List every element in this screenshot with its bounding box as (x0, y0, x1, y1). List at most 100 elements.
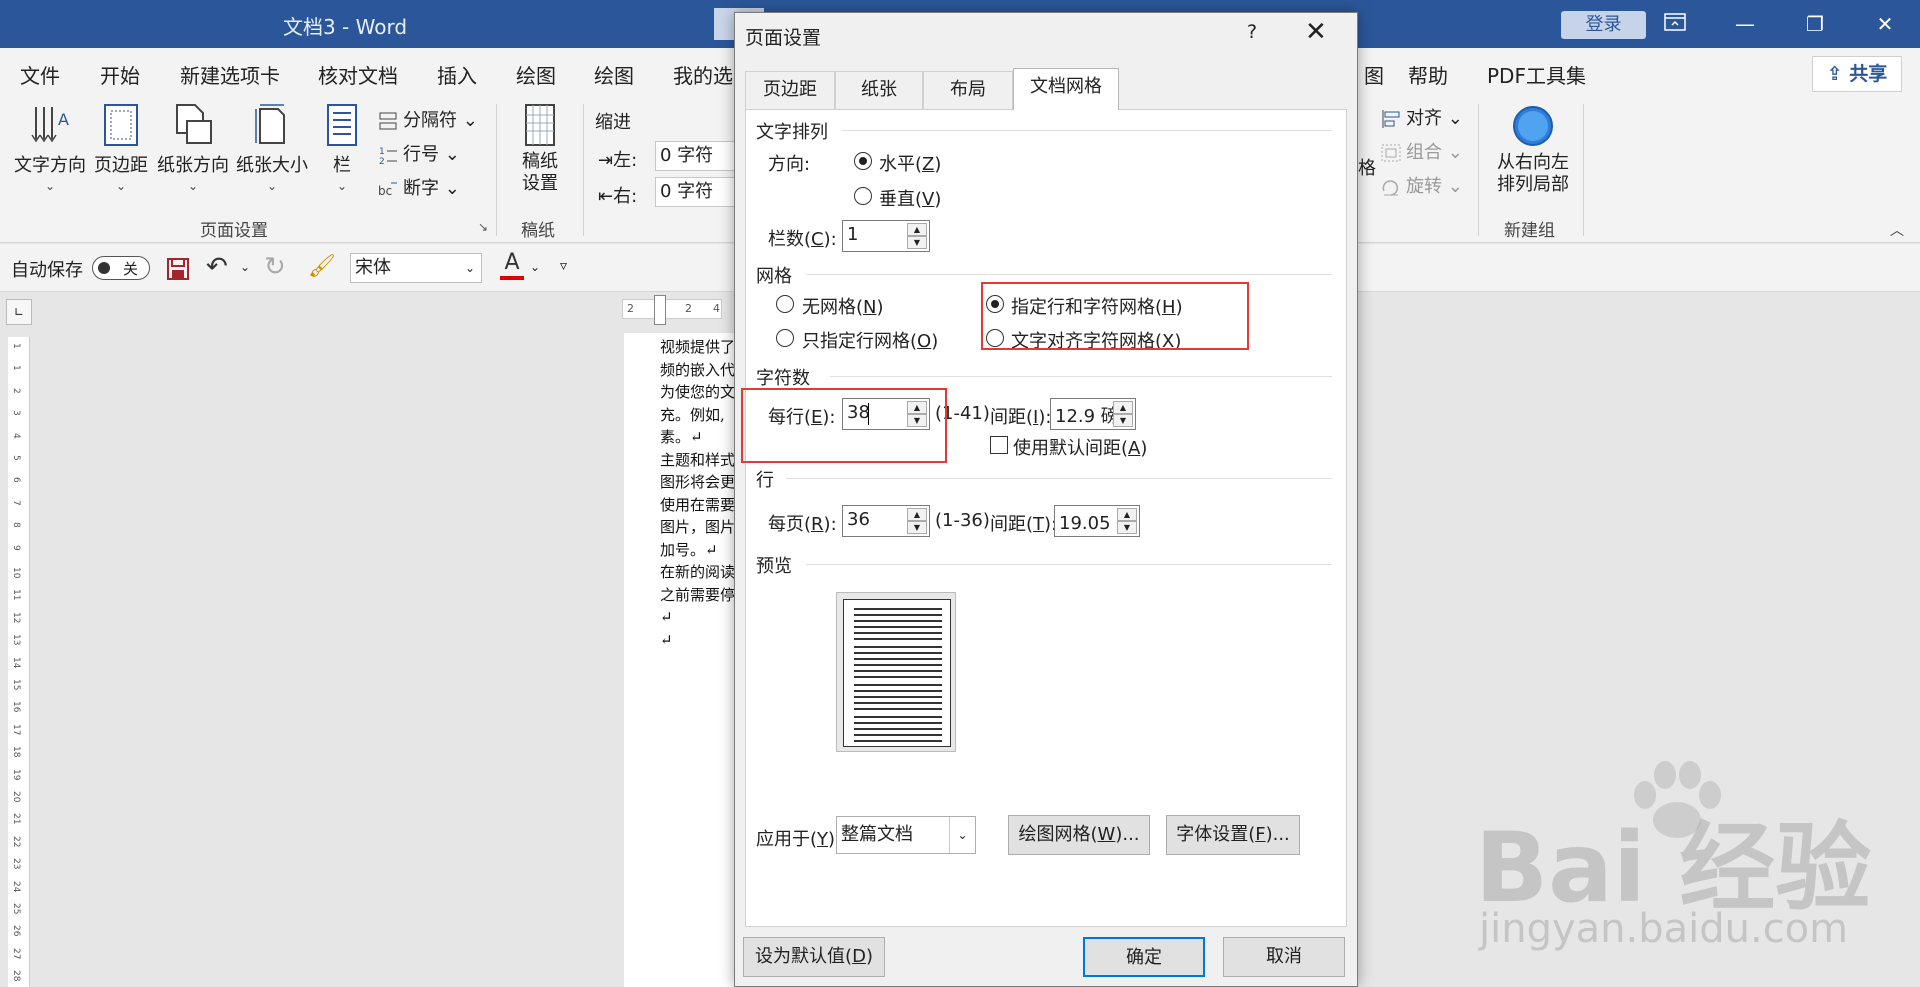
dialog-launcher-icon[interactable]: ↘ (478, 220, 488, 234)
indent-left-input[interactable]: 0 字符 (655, 141, 735, 171)
breaks-button[interactable]: 分隔符 ⌄ (377, 106, 478, 132)
cancel-button[interactable]: 取消 (1223, 937, 1345, 977)
line-numbers-button[interactable]: 1 2 行号 ⌄ (377, 140, 460, 167)
lines-section-title: 行 (756, 470, 774, 491)
preview-text-line (854, 728, 942, 730)
spin-down-icon[interactable]: ▼ (907, 236, 927, 249)
dialog-title: 页面设置 (745, 27, 822, 49)
set-default-button[interactable]: 设为默认值(D) (743, 937, 885, 977)
char-pitch-spinner[interactable]: 12.9 磅 ▲ ▼ (1050, 398, 1136, 430)
undo-icon[interactable]: ↶ (206, 252, 228, 282)
login-button[interactable]: 登录 (1561, 11, 1646, 39)
tab-new[interactable]: 新建选项卡 (180, 60, 280, 89)
collapse-ribbon-icon[interactable]: ︿ (1890, 220, 1904, 240)
ok-button[interactable]: 确定 (1083, 937, 1205, 977)
spin-down-icon[interactable]: ▼ (1117, 521, 1137, 534)
size-button[interactable]: 纸张大小 ⌄ (234, 103, 310, 193)
group-button[interactable]: 组合 ⌄ (1380, 138, 1463, 164)
text-direction-icon: A (31, 107, 69, 143)
indent-right-input[interactable]: 0 字符 (655, 177, 735, 207)
ruler-tick: 17 (11, 723, 21, 736)
spin-up-icon[interactable]: ▲ (1117, 508, 1137, 521)
spin-up-icon[interactable]: ▲ (907, 223, 927, 236)
lines-only-radio[interactable] (776, 329, 794, 347)
toggle-label: 关 (123, 260, 139, 278)
rotate-button[interactable]: 旋转 ⌄ (1380, 172, 1463, 198)
no-grid-radio[interactable] (776, 295, 794, 313)
redo-icon[interactable]: ↻ (264, 252, 286, 282)
tab-review-doc[interactable]: 核对文档 (318, 60, 398, 89)
chevron-down-icon[interactable]: ⌄ (949, 817, 975, 853)
help-icon[interactable]: ? (1247, 21, 1257, 43)
align-button[interactable]: 对齐 ⌄ (1380, 104, 1463, 130)
spin-down-icon[interactable]: ▼ (907, 521, 927, 534)
close-window-icon[interactable]: ✕ (1850, 0, 1920, 48)
tab-paper[interactable]: 纸张 (835, 71, 923, 109)
tab-insert[interactable]: 插入 (437, 60, 477, 89)
restore-icon[interactable]: ❐ (1780, 0, 1850, 48)
spinner-arrows[interactable]: ▲ ▼ (907, 223, 927, 249)
tab-margins[interactable]: 页边距 (745, 71, 835, 109)
use-default-pitch-checkbox[interactable] (990, 436, 1008, 454)
tab-file[interactable]: 文件 (20, 60, 60, 89)
hyphenation-icon: bc (377, 179, 399, 199)
document-page[interactable]: 视频提供了 频的嵌入代 为使您的文 充。例如, 素。↵ 主题和样式 图形将会更 … (624, 333, 734, 987)
close-icon[interactable]: ✕ (1305, 17, 1327, 47)
font-selector[interactable]: 宋体 ⌄ (350, 253, 482, 283)
tab-pdf[interactable]: PDF工具集 (1487, 60, 1586, 89)
tab-layout[interactable]: 布局 (923, 71, 1013, 109)
tab-home[interactable]: 开始 (100, 60, 140, 89)
draft-settings-button[interactable]: 稿纸 设置 (515, 103, 565, 195)
page-preview (836, 592, 956, 752)
hyphenation-button[interactable]: bc 断字 ⌄ (377, 174, 460, 200)
format-painter-icon[interactable]: 🖌 (308, 254, 336, 279)
lines-per-page-spinner[interactable]: 36 ▲ ▼ (842, 505, 930, 537)
highlight-box-grid (981, 282, 1249, 350)
tab-draw-2[interactable]: 绘图 (594, 60, 634, 89)
spin-down-icon[interactable]: ▼ (1113, 414, 1133, 427)
undo-dropdown-icon[interactable]: ⌄ (240, 260, 250, 274)
rtl-partial-button[interactable]: 从右向左 排列局部 (1490, 104, 1576, 196)
font-color-dropdown-icon[interactable]: ⌄ (530, 260, 540, 274)
section-divider (806, 274, 1332, 275)
spin-up-icon[interactable]: ▲ (1113, 401, 1133, 414)
tab-selector-icon[interactable]: ∟ (6, 299, 32, 325)
preview-text-line (854, 608, 942, 610)
font-settings-button[interactable]: 字体设置(F)... (1166, 815, 1300, 855)
section-divider (842, 130, 1332, 131)
tab-document-grid[interactable]: 文档网格 (1013, 68, 1119, 110)
vertical-radio[interactable] (854, 187, 872, 205)
indent-right-icon: ⇤ (598, 186, 614, 207)
preview-text-line (854, 626, 942, 628)
autosave-toggle[interactable]: 关 (92, 256, 150, 280)
spinner-arrows[interactable]: ▲ ▼ (1117, 508, 1137, 534)
group-separator (1478, 104, 1479, 236)
horizontal-radio[interactable] (854, 152, 872, 170)
share-button[interactable]: ⇪ 共享 (1812, 56, 1902, 92)
indent-marker-icon[interactable] (654, 295, 666, 325)
columns-button[interactable]: 栏 ⌄ (320, 103, 364, 193)
tab-partial[interactable]: 图 (1364, 60, 1384, 89)
spin-up-icon[interactable]: ▲ (907, 508, 927, 521)
apply-to-combo[interactable]: 整篇文档 ⌄ (836, 816, 976, 854)
tab-help[interactable]: 帮助 (1408, 60, 1448, 89)
line-pitch-spinner[interactable]: 19.05 磅 ▲ ▼ (1054, 505, 1140, 537)
margins-button[interactable]: 页边距 ⌄ (93, 103, 149, 193)
spinner-arrows[interactable]: ▲ ▼ (1113, 401, 1133, 427)
svg-text:bc: bc (378, 184, 392, 198)
orientation-button[interactable]: 纸张方向 ⌄ (155, 103, 231, 193)
customize-qat-icon[interactable]: ▿ (560, 258, 567, 274)
tab-mine[interactable]: 我的选 (673, 60, 733, 89)
ruler-tick: 2 (627, 302, 634, 315)
minimize-icon[interactable]: — (1710, 0, 1780, 48)
draw-grid-button[interactable]: 绘图网格(W)... (1008, 815, 1150, 855)
ribbon-display-icon[interactable] (1640, 0, 1710, 48)
font-color-icon[interactable]: A (500, 250, 524, 280)
doc-line: 图形将会更 (660, 473, 734, 491)
text-direction-button[interactable]: A 文字方向 ⌄ (12, 103, 88, 193)
save-icon[interactable] (166, 257, 190, 281)
spinner-arrows[interactable]: ▲ ▼ (907, 508, 927, 534)
line-numbers-icon: 12 (377, 145, 399, 167)
columns-spinner[interactable]: 1 ▲ ▼ (842, 220, 930, 252)
tab-draw[interactable]: 绘图 (516, 60, 556, 89)
